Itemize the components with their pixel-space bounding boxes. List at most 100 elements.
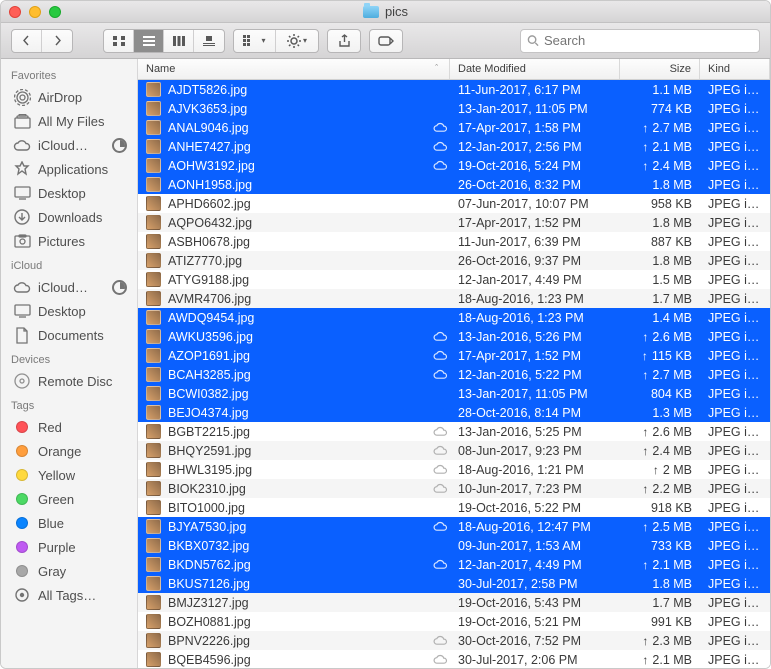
file-name: AWDQ9454.jpg: [168, 311, 254, 325]
sidebar-item[interactable]: Gray: [1, 559, 137, 583]
file-row[interactable]: BGBT2215.jpg13-Jan-2016, 5:25 PM↑2.6 MBJ…: [138, 422, 770, 441]
file-row[interactable]: BHQY2591.jpg08-Jun-2017, 9:23 PM↑2.4 MBJ…: [138, 441, 770, 460]
sidebar-item[interactable]: Pictures: [1, 229, 137, 253]
file-row[interactable]: APHD6602.jpg07-Jun-2017, 10:07 PM958 KBJ…: [138, 194, 770, 213]
file-thumbnail-icon: [146, 348, 161, 363]
sidebar-item[interactable]: AirDrop: [1, 85, 137, 109]
file-thumbnail-icon: [146, 424, 161, 439]
column-view-button[interactable]: [164, 30, 194, 52]
header-kind[interactable]: Kind: [700, 59, 770, 79]
file-row[interactable]: ANHE7427.jpg12-Jan-2017, 2:56 PM↑2.1 MBJ…: [138, 137, 770, 156]
search-input[interactable]: [544, 33, 753, 48]
search-field[interactable]: [520, 29, 760, 53]
file-row[interactable]: BKBX0732.jpg09-Jun-2017, 1:53 AM733 KBJP…: [138, 536, 770, 555]
header-date[interactable]: Date Modified: [450, 59, 620, 79]
sidebar-item[interactable]: Downloads: [1, 205, 137, 229]
file-kind: JPEG ima: [700, 121, 770, 135]
window-title-text: pics: [385, 4, 408, 19]
sidebar-item[interactable]: Remote Disc: [1, 369, 137, 393]
file-row[interactable]: BCWI0382.jpg13-Jan-2017, 11:05 PM804 KBJ…: [138, 384, 770, 403]
sidebar-item[interactable]: Documents: [1, 323, 137, 347]
file-size: 918 KB: [620, 501, 700, 515]
sidebar-item-label: Applications: [38, 162, 108, 177]
forward-button[interactable]: [42, 30, 72, 52]
file-row[interactable]: AVMR4706.jpg18-Aug-2016, 1:23 PM1.7 MBJP…: [138, 289, 770, 308]
icon-view-button[interactable]: [104, 30, 134, 52]
header-size[interactable]: Size: [620, 59, 700, 79]
file-date: 12-Jan-2016, 5:22 PM: [450, 368, 620, 382]
file-row[interactable]: BHWL3195.jpg18-Aug-2016, 1:21 PM↑2 MBJPE…: [138, 460, 770, 479]
file-date: 26-Oct-2016, 9:37 PM: [450, 254, 620, 268]
file-row[interactable]: AOHW3192.jpg19-Oct-2016, 5:24 PM↑2.4 MBJ…: [138, 156, 770, 175]
file-row[interactable]: BITO1000.jpg19-Oct-2016, 5:22 PM918 KBJP…: [138, 498, 770, 517]
file-size: 1.5 MB: [620, 273, 700, 287]
file-row[interactable]: AWDQ9454.jpg18-Aug-2016, 1:23 PM1.4 MBJP…: [138, 308, 770, 327]
sidebar-section-header: Favorites: [1, 63, 137, 85]
file-row[interactable]: BEJO4374.jpg28-Oct-2016, 8:14 PM1.3 MBJP…: [138, 403, 770, 422]
file-thumbnail-icon: [146, 215, 161, 230]
file-row[interactable]: BCAH3285.jpg12-Jan-2016, 5:22 PM↑2.7 MBJ…: [138, 365, 770, 384]
sidebar-item[interactable]: Orange: [1, 439, 137, 463]
file-row[interactable]: BIOK2310.jpg10-Jun-2017, 7:23 PM↑2.2 MBJ…: [138, 479, 770, 498]
list-view-button[interactable]: [134, 30, 164, 52]
file-row[interactable]: AJVK3653.jpg13-Jan-2017, 11:05 PM774 KBJ…: [138, 99, 770, 118]
file-row[interactable]: ANAL9046.jpg17-Apr-2017, 1:58 PM↑2.7 MBJ…: [138, 118, 770, 137]
file-rows[interactable]: AJDT5826.jpg11-Jun-2017, 6:17 PM1.1 MBJP…: [138, 80, 770, 668]
sidebar-item[interactable]: Blue: [1, 511, 137, 535]
tags-button[interactable]: [369, 29, 403, 53]
file-name-cell: BKUS7126.jpg: [138, 576, 430, 591]
file-row[interactable]: BKDN5762.jpg12-Jan-2017, 4:49 PM↑2.1 MBJ…: [138, 555, 770, 574]
sidebar[interactable]: FavoritesAirDropAll My FilesiCloud…Appli…: [1, 59, 138, 668]
file-row[interactable]: BMJZ3127.jpg19-Oct-2016, 5:43 PM1.7 MBJP…: [138, 593, 770, 612]
file-row[interactable]: ATIZ7770.jpg26-Oct-2016, 9:37 PM1.8 MBJP…: [138, 251, 770, 270]
sidebar-section-header: iCloud: [1, 253, 137, 275]
file-row[interactable]: AZOP1691.jpg17-Apr-2017, 1:52 PM↑115 KBJ…: [138, 346, 770, 365]
sidebar-item[interactable]: Applications: [1, 157, 137, 181]
sidebar-item[interactable]: All Tags…: [1, 583, 137, 607]
action-button[interactable]: ▾: [276, 30, 318, 52]
file-row[interactable]: AONH1958.jpg26-Oct-2016, 8:32 PM1.8 MBJP…: [138, 175, 770, 194]
file-name-cell: BMJZ3127.jpg: [138, 595, 430, 610]
sidebar-item[interactable]: Yellow: [1, 463, 137, 487]
file-row[interactable]: BKUS7126.jpg30-Jul-2017, 2:58 PM1.8 MBJP…: [138, 574, 770, 593]
file-name: AJDT5826.jpg: [168, 83, 247, 97]
file-name: AOHW3192.jpg: [168, 159, 255, 173]
file-row[interactable]: BQEB4596.jpg30-Jul-2017, 2:06 PM↑2.1 MBJ…: [138, 650, 770, 668]
file-row[interactable]: BOZH0881.jpg19-Oct-2016, 5:21 PM991 KBJP…: [138, 612, 770, 631]
tag-icon: [13, 466, 31, 484]
file-thumbnail-icon: [146, 253, 161, 268]
file-row[interactable]: AQPO6432.jpg17-Apr-2017, 1:52 PM1.8 MBJP…: [138, 213, 770, 232]
share-button[interactable]: [327, 29, 361, 53]
sidebar-item-label: Red: [38, 420, 62, 435]
sidebar-item[interactable]: Red: [1, 415, 137, 439]
sidebar-item[interactable]: Desktop: [1, 181, 137, 205]
file-name: BMJZ3127.jpg: [168, 596, 249, 610]
arrange-button[interactable]: ▾: [234, 30, 276, 52]
sidebar-item[interactable]: All My Files: [1, 109, 137, 133]
file-row[interactable]: BPNV2226.jpg30-Oct-2016, 7:52 PM↑2.3 MBJ…: [138, 631, 770, 650]
header-name[interactable]: Name＾: [138, 59, 450, 79]
sidebar-item[interactable]: Green: [1, 487, 137, 511]
back-button[interactable]: [12, 30, 42, 52]
file-row[interactable]: AJDT5826.jpg11-Jun-2017, 6:17 PM1.1 MBJP…: [138, 80, 770, 99]
disc-icon: [13, 372, 31, 390]
file-row[interactable]: ASBH0678.jpg11-Jun-2017, 6:39 PM887 KBJP…: [138, 232, 770, 251]
sidebar-item[interactable]: Desktop: [1, 299, 137, 323]
file-thumbnail-icon: [146, 101, 161, 116]
sidebar-item-label: iCloud…: [38, 280, 88, 295]
file-date: 13-Jan-2016, 5:25 PM: [450, 425, 620, 439]
file-row[interactable]: AWKU3596.jpg13-Jan-2016, 5:26 PM↑2.6 MBJ…: [138, 327, 770, 346]
sidebar-item[interactable]: Purple: [1, 535, 137, 559]
file-kind: JPEG ima: [700, 615, 770, 629]
storage-pie-icon: [112, 138, 127, 153]
cloud-status-icon: [430, 654, 450, 665]
pictures-icon: [13, 232, 31, 250]
sidebar-item[interactable]: iCloud…: [1, 133, 137, 157]
titlebar[interactable]: pics: [1, 1, 770, 23]
file-row[interactable]: BJYA7530.jpg18-Aug-2016, 12:47 PM↑2.5 MB…: [138, 517, 770, 536]
file-date: 13-Jan-2016, 5:26 PM: [450, 330, 620, 344]
file-row[interactable]: ATYG9188.jpg12-Jan-2017, 4:49 PM1.5 MBJP…: [138, 270, 770, 289]
file-kind: JPEG ima: [700, 634, 770, 648]
sidebar-item[interactable]: iCloud…: [1, 275, 137, 299]
coverflow-view-button[interactable]: [194, 30, 224, 52]
